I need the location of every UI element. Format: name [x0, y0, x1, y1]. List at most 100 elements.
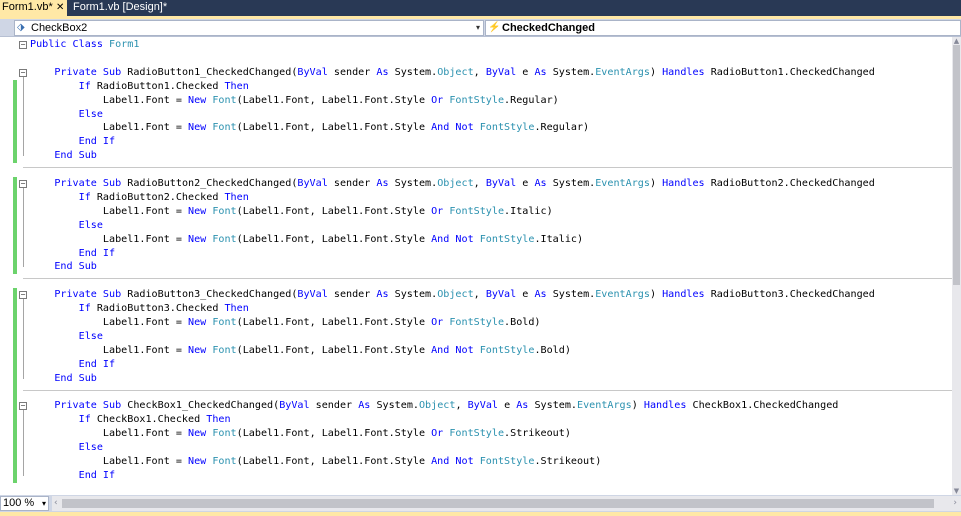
- document-tab-strip: Form1.vb* ✕ Form1.vb [Design]*: [0, 0, 961, 16]
- keyword-token: New: [188, 428, 213, 440]
- code-line[interactable]: Label1.Font = New Font(Label1.Font, Labe…: [0, 344, 952, 358]
- code-text: Private Sub RadioButton2_CheckedChanged(…: [30, 177, 874, 191]
- code-line[interactable]: Else: [0, 108, 952, 122]
- code-line[interactable]: End Sub: [0, 149, 952, 163]
- keyword-token: If: [78, 80, 97, 92]
- keyword-token: New: [188, 233, 213, 245]
- code-text: End If: [30, 135, 115, 149]
- tab-form1-vb[interactable]: Form1.vb* ✕: [0, 0, 67, 16]
- code-line[interactable]: [0, 386, 952, 400]
- code-line[interactable]: End Sub: [0, 372, 952, 386]
- scroll-up-icon[interactable]: ▲: [952, 37, 961, 45]
- lightning-icon: ⚡: [488, 22, 501, 33]
- code-line[interactable]: End If: [0, 469, 952, 483]
- code-text: Private Sub CheckBox1_CheckedChanged(ByV…: [30, 399, 838, 413]
- code-line[interactable]: End If: [0, 358, 952, 372]
- collapse-icon[interactable]: −: [19, 291, 27, 300]
- zoom-dropdown[interactable]: 100 % ▾: [0, 496, 49, 511]
- keyword-token: Then: [224, 80, 249, 92]
- code-line[interactable]: Label1.Font = New Font(Label1.Font, Labe…: [0, 455, 952, 469]
- keyword-token: ByVal: [485, 178, 523, 189]
- code-line[interactable]: [0, 163, 952, 177]
- code-line[interactable]: If RadioButton2.Checked Then: [0, 191, 952, 205]
- chevron-down-icon[interactable]: ▾: [476, 21, 480, 35]
- close-icon[interactable]: ✕: [56, 0, 64, 15]
- type-token: FontStyle: [449, 428, 505, 440]
- code-line[interactable]: Else: [0, 441, 952, 455]
- code-token: sender: [333, 289, 377, 301]
- collapse-icon[interactable]: −: [19, 41, 27, 49]
- code-line[interactable]: Label1.Font = New Font(Label1.Font, Labe…: [0, 205, 952, 219]
- code-token: .Italic): [504, 205, 553, 217]
- code-line[interactable]: Public Class Form1−: [0, 38, 952, 52]
- horizontal-scroll-thumb[interactable]: [62, 499, 934, 508]
- code-line[interactable]: Private Sub RadioButton3_CheckedChanged(…: [0, 288, 952, 302]
- keyword-token: Or: [431, 317, 450, 328]
- code-token: System.: [394, 289, 438, 301]
- keyword-token: Private Sub: [54, 178, 128, 189]
- keyword-token: As: [516, 400, 535, 412]
- keyword-token: End If: [78, 469, 116, 481]
- code-token: (Label1.Font, Label1.Font.Style: [236, 233, 432, 245]
- code-token: ,: [473, 178, 486, 189]
- collapse-icon[interactable]: −: [19, 180, 27, 188]
- code-line[interactable]: If RadioButton3.Checked Then: [0, 302, 952, 316]
- control-icon: ⬗: [17, 22, 25, 33]
- keyword-token: As: [358, 400, 377, 412]
- scroll-down-icon[interactable]: ▼: [952, 487, 961, 495]
- code-token: System.: [552, 178, 596, 189]
- code-line[interactable]: End If: [0, 135, 952, 149]
- code-token: RadioButton3.CheckedChanged: [710, 289, 875, 301]
- code-line[interactable]: Label1.Font = New Font(Label1.Font, Labe…: [0, 233, 952, 247]
- keyword-token: ByVal: [279, 400, 316, 412]
- object-dropdown[interactable]: ⬗ CheckBox2 ▾: [14, 20, 484, 36]
- code-token: (Label1.Font, Label1.Font.Style: [236, 205, 432, 217]
- code-line[interactable]: Private Sub CheckBox1_CheckedChanged(ByV…: [0, 399, 952, 413]
- code-editor[interactable]: Public Class Form1− Private Sub RadioBut…: [0, 37, 961, 495]
- editor-bottom-bar: 100 % ▾ ‹ ›: [0, 495, 961, 512]
- code-line[interactable]: If CheckBox1.Checked Then: [0, 413, 952, 427]
- horizontal-scrollbar[interactable]: ‹ ›: [52, 496, 961, 511]
- keyword-token: Else: [78, 330, 103, 342]
- code-line[interactable]: End Sub: [0, 260, 952, 274]
- event-dropdown[interactable]: ⚡ CheckedChanged: [485, 20, 961, 36]
- code-token: Label1.Font =: [30, 94, 189, 106]
- code-text: Private Sub RadioButton3_CheckedChanged(…: [30, 288, 875, 302]
- code-token: System.: [552, 66, 596, 78]
- keyword-token: Or: [431, 94, 450, 106]
- code-line[interactable]: Private Sub RadioButton2_CheckedChanged(…: [0, 177, 952, 191]
- collapse-icon[interactable]: −: [19, 68, 27, 77]
- type-token: Font: [212, 94, 237, 106]
- code-line[interactable]: If RadioButton1.Checked Then: [0, 80, 952, 94]
- collapse-icon[interactable]: −: [19, 402, 27, 411]
- vertical-scroll-thumb[interactable]: [953, 45, 960, 285]
- code-line[interactable]: [0, 52, 952, 66]
- keyword-token: Or: [431, 205, 450, 217]
- keyword-token: End If: [78, 247, 116, 259]
- scroll-left-icon[interactable]: ‹: [54, 496, 58, 511]
- code-line[interactable]: Else: [0, 330, 952, 344]
- code-line[interactable]: Label1.Font = New Font(Label1.Font, Labe…: [0, 121, 952, 135]
- code-line[interactable]: [0, 274, 952, 288]
- code-text: End Sub: [30, 372, 97, 386]
- keyword-token: Else: [78, 219, 103, 231]
- code-line[interactable]: Label1.Font = New Font(Label1.Font, Labe…: [0, 94, 952, 108]
- code-token: ): [649, 178, 663, 189]
- keyword-token: And Not: [431, 122, 480, 134]
- code-line[interactable]: Else: [0, 219, 952, 233]
- code-line[interactable]: Label1.Font = New Font(Label1.Font, Labe…: [0, 427, 952, 441]
- code-token: ,: [473, 66, 486, 78]
- scroll-right-icon[interactable]: ›: [953, 496, 957, 511]
- tab-form1-design[interactable]: Form1.vb [Design]*: [71, 0, 169, 16]
- vertical-scrollbar[interactable]: ▲ ▼: [952, 37, 961, 495]
- code-area[interactable]: Public Class Form1− Private Sub RadioBut…: [0, 37, 952, 495]
- code-line[interactable]: End If: [0, 247, 952, 261]
- code-line[interactable]: Private Sub RadioButton1_CheckedChanged(…: [0, 66, 952, 80]
- code-token: System.: [534, 400, 578, 412]
- code-text: If CheckBox1.Checked Then: [30, 413, 231, 427]
- tab-label: Form1.vb*: [2, 1, 53, 13]
- code-text: If RadioButton2.Checked Then: [30, 191, 249, 205]
- code-line[interactable]: Label1.Font = New Font(Label1.Font, Labe…: [0, 316, 952, 330]
- chevron-down-icon[interactable]: ▾: [42, 497, 46, 510]
